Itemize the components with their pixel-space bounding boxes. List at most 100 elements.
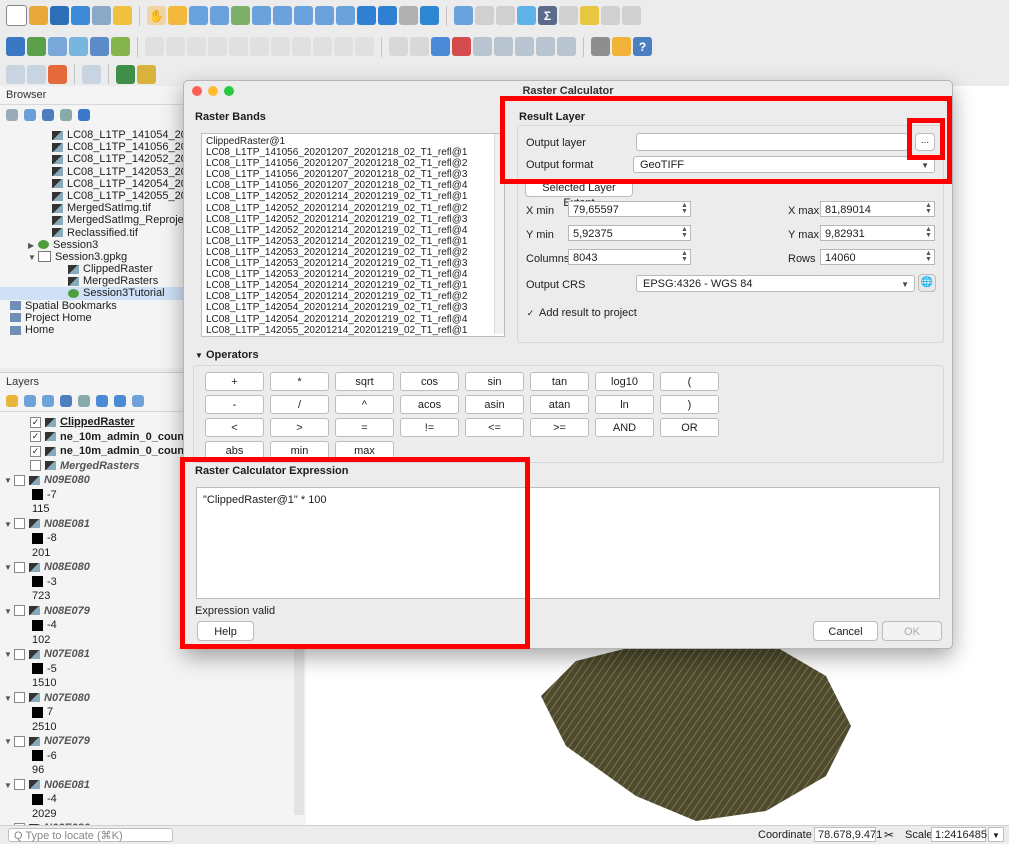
sum-icon[interactable]: Σ bbox=[538, 6, 557, 25]
refresh-icon[interactable] bbox=[420, 6, 439, 25]
new-project-icon[interactable] bbox=[6, 5, 27, 26]
raster-band-item[interactable]: LC08_L1TP_141056_20201207_20201218_02_T1… bbox=[206, 169, 504, 180]
label-rotate-icon[interactable] bbox=[494, 37, 513, 56]
layer-visibility-checkbox[interactable] bbox=[14, 561, 25, 573]
operator-button[interactable]: ^ bbox=[335, 395, 394, 414]
raster-band-item[interactable]: LC08_L1TP_142053_20201214_20201219_02_T1… bbox=[206, 236, 504, 247]
add-group-icon[interactable] bbox=[24, 395, 36, 407]
collapse-all-icon[interactable] bbox=[60, 109, 72, 121]
raster-band-item[interactable]: LC08_L1TP_142054_20201214_20201219_02_T1… bbox=[206, 280, 504, 291]
filter-expression-icon[interactable] bbox=[78, 395, 90, 407]
filter-legend-icon[interactable] bbox=[60, 395, 72, 407]
chevron-down-icon[interactable]: ▼ bbox=[4, 648, 14, 662]
operator-button[interactable]: - bbox=[205, 395, 264, 414]
add-raster-icon[interactable] bbox=[48, 37, 67, 56]
raster-band-item[interactable]: LC08_L1TP_142052_20201214_20201219_02_T1… bbox=[206, 191, 504, 202]
add-csv-icon[interactable] bbox=[111, 37, 130, 56]
layer-item[interactable]: 96 bbox=[0, 763, 290, 778]
ok-button[interactable]: OK bbox=[882, 621, 942, 641]
layer-visibility-checkbox[interactable] bbox=[14, 692, 25, 704]
deselect-icon[interactable] bbox=[27, 64, 46, 84]
layer-item[interactable]: 2510 bbox=[0, 720, 290, 735]
operator-button[interactable]: AND bbox=[595, 418, 654, 437]
magnifier-icon[interactable] bbox=[116, 64, 135, 84]
vertex-tool-icon[interactable] bbox=[229, 37, 248, 56]
ymax-input[interactable]: 9,82931 ▲ ▼ bbox=[820, 225, 935, 241]
layer-item[interactable]: -6 bbox=[0, 749, 290, 764]
chevron-down-icon[interactable]: ▼ bbox=[4, 518, 14, 532]
locate-input[interactable]: Q Type to locate (⌘K) bbox=[8, 828, 173, 842]
spin-icon[interactable]: ▲ ▼ bbox=[924, 202, 933, 215]
layer-visibility-checkbox[interactable] bbox=[14, 779, 25, 791]
raster-band-item[interactable]: LC08_L1TP_142053_20201214_20201219_02_T1… bbox=[206, 247, 504, 258]
delete-selected-icon[interactable] bbox=[250, 37, 269, 56]
raster-band-item[interactable]: LC08_L1TP_142054_20201214_20201219_02_T1… bbox=[206, 314, 504, 325]
raster-band-item[interactable]: LC08_L1TP_142052_20201214_20201219_02_T1… bbox=[206, 203, 504, 214]
operator-button[interactable]: < bbox=[205, 418, 264, 437]
add-selected-icon[interactable] bbox=[6, 109, 18, 121]
toggle-extents-icon[interactable]: ✂ bbox=[884, 828, 894, 842]
expression-editor[interactable]: "ClippedRaster@1" * 100 bbox=[196, 487, 940, 599]
minimize-icon[interactable] bbox=[208, 86, 218, 96]
add-wms-icon[interactable] bbox=[90, 37, 109, 56]
locator-icon[interactable] bbox=[601, 6, 620, 25]
raster-band-item[interactable]: LC08_L1TP_141056_20201207_20201218_02_T1… bbox=[206, 147, 504, 158]
raster-bands-list[interactable]: ClippedRaster@1 LC08_L1TP_141056_20201207… bbox=[201, 133, 505, 337]
open-project-icon[interactable] bbox=[29, 6, 48, 25]
label-change-icon[interactable] bbox=[515, 37, 534, 56]
spin-icon[interactable]: ▲ ▼ bbox=[924, 226, 933, 239]
layer-visibility-checkbox[interactable]: ✓ bbox=[30, 431, 41, 443]
operator-button[interactable]: > bbox=[270, 418, 329, 437]
select-crs-icon[interactable]: 🌐 bbox=[918, 274, 936, 292]
xmin-input[interactable]: 79,65597 ▲ ▼ bbox=[568, 201, 691, 217]
raster-band-item[interactable]: LC08_L1TP_142054_20201214_20201219_02_T1… bbox=[206, 291, 504, 302]
zoom-selection-icon[interactable] bbox=[252, 6, 271, 25]
raster-calculator-icon[interactable] bbox=[137, 64, 156, 84]
raster-band-item[interactable]: LC08_L1TP_142054_20201214_20201219_02_T1… bbox=[206, 302, 504, 313]
cut-features-icon[interactable] bbox=[271, 37, 290, 56]
zoom-window-icon[interactable] bbox=[224, 86, 234, 96]
raster-band-item[interactable]: ClippedRaster@1 bbox=[206, 136, 504, 147]
operator-button[interactable]: != bbox=[400, 418, 459, 437]
layer-item[interactable]: 2029 bbox=[0, 807, 290, 822]
operator-button[interactable]: ) bbox=[660, 395, 719, 414]
label-show-icon[interactable] bbox=[536, 37, 555, 56]
layer-visibility-checkbox[interactable]: ✓ bbox=[30, 416, 41, 428]
raster-band-item[interactable]: LC08_L1TP_141056_20201207_20201218_02_T1… bbox=[206, 180, 504, 191]
browse-output-button[interactable]: ... bbox=[915, 133, 935, 151]
filter-icon[interactable] bbox=[42, 109, 54, 121]
undo-icon[interactable] bbox=[334, 37, 353, 56]
expand-all-icon[interactable] bbox=[96, 395, 108, 407]
open-table-icon[interactable] bbox=[475, 6, 494, 25]
operator-button[interactable]: sin bbox=[465, 372, 524, 391]
add-feature-icon[interactable] bbox=[208, 37, 227, 56]
spin-icon[interactable]: ▲ ▼ bbox=[680, 250, 689, 263]
add-result-checkbox-row[interactable]: ✓ Add result to project bbox=[526, 307, 637, 319]
pan-to-selection-icon[interactable] bbox=[168, 6, 187, 25]
chevron-right-icon[interactable]: ▶ bbox=[28, 240, 38, 251]
scale-field[interactable]: 1:2416485 bbox=[931, 827, 987, 842]
cancel-button[interactable]: Cancel bbox=[813, 621, 878, 641]
add-result-checkbox[interactable]: ✓ bbox=[526, 308, 535, 318]
help-button[interactable]: Help bbox=[197, 621, 254, 641]
layer-item[interactable]: 1510 bbox=[0, 676, 290, 691]
operator-button[interactable]: max bbox=[335, 441, 394, 460]
pan-icon[interactable]: ✋ bbox=[147, 6, 166, 25]
processing-toolbox-icon[interactable] bbox=[517, 6, 536, 25]
operator-button[interactable]: acos bbox=[400, 395, 459, 414]
plugin-icon[interactable] bbox=[612, 37, 631, 56]
add-vector-icon[interactable] bbox=[27, 37, 46, 56]
operator-button[interactable]: abs bbox=[205, 441, 264, 460]
raster-band-item[interactable]: LC08_L1TP_142052_20201214_20201219_02_T1… bbox=[206, 225, 504, 236]
layer-visibility-checkbox[interactable] bbox=[14, 735, 25, 747]
xmax-input[interactable]: 81,89014 ▲ ▼ bbox=[820, 201, 935, 217]
chevron-down-icon[interactable]: ▼ bbox=[4, 605, 14, 619]
operator-button[interactable]: OR bbox=[660, 418, 719, 437]
bands-scrollbar[interactable] bbox=[494, 134, 504, 334]
operator-button[interactable]: + bbox=[205, 372, 264, 391]
properties-icon[interactable] bbox=[78, 109, 90, 121]
ymin-input[interactable]: 5,92375 ▲ ▼ bbox=[568, 225, 691, 241]
rows-input[interactable]: 14060 ▲ ▼ bbox=[820, 249, 935, 265]
raster-band-item[interactable]: LC08_L1TP_141056_20201207_20201218_02_T1… bbox=[206, 158, 504, 169]
raster-band-item[interactable]: LC08_L1TP_142052_20201214_20201219_02_T1… bbox=[206, 214, 504, 225]
